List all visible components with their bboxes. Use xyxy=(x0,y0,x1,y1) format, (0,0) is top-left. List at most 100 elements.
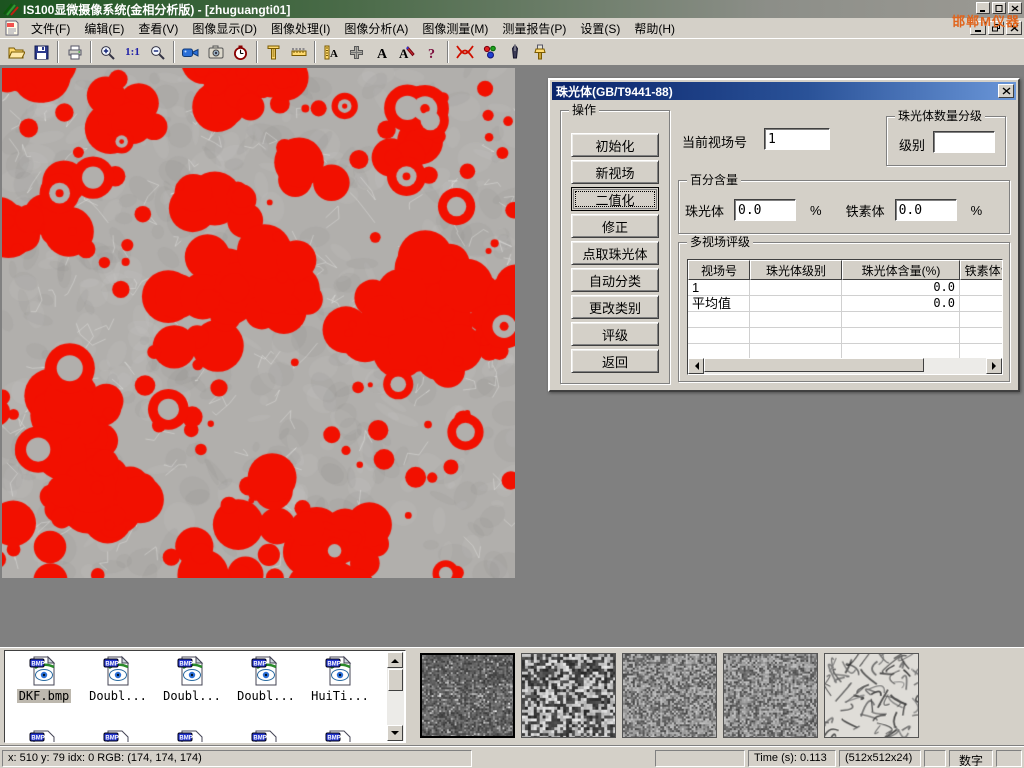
scrollbar-thumb[interactable] xyxy=(704,358,924,372)
file-item[interactable]: BMP Doubl... xyxy=(155,655,229,703)
scroll-down-button[interactable] xyxy=(387,725,403,741)
scroll-left-button[interactable] xyxy=(688,358,704,374)
status-blank xyxy=(924,750,946,767)
menu-image-process[interactable]: 图像处理(I) xyxy=(264,18,337,39)
file-item[interactable]: BMP Doubl... xyxy=(229,655,303,703)
file-item-partial[interactable]: BMP xyxy=(155,729,229,743)
current-field-input[interactable] xyxy=(764,128,830,150)
menu-edit[interactable]: 编辑(E) xyxy=(77,18,131,39)
col-pearlite-grade: 珠光体级别 xyxy=(750,260,842,280)
grade-level-input[interactable] xyxy=(933,131,995,153)
operation-group: 操作 初始化 新视场 二值化 修正 点取珠光体 自动分类 更改类别 评级 返回 xyxy=(560,110,670,384)
bmp-file-icon: BMP xyxy=(324,655,356,687)
table-horizontal-scrollbar[interactable] xyxy=(688,358,1002,374)
zoom-in-button[interactable] xyxy=(95,40,120,64)
file-item-partial[interactable]: BMP xyxy=(229,729,303,743)
svg-text:BMP: BMP xyxy=(31,661,44,667)
svg-text:BMP: BMP xyxy=(31,735,44,741)
dialog-close-button[interactable] xyxy=(998,84,1014,98)
auto-classify-button[interactable]: 自动分类 xyxy=(571,268,659,292)
new-field-button[interactable]: 新视场 xyxy=(571,160,659,184)
dialog-title-bar[interactable]: 珠光体(GB/T9441-88) xyxy=(552,82,1016,100)
return-button[interactable]: 返回 xyxy=(571,349,659,373)
save-button[interactable] xyxy=(29,40,54,64)
operation-group-label: 操作 xyxy=(569,103,599,117)
text-edit-button[interactable]: A xyxy=(394,40,419,64)
thumbnail-3[interactable] xyxy=(622,653,717,738)
pen-tool-button[interactable] xyxy=(502,40,527,64)
thumbnail-5[interactable] xyxy=(824,653,919,738)
app-window: IS100显微摄像系统(金相分析版) - [zhuguangti01] 邯郸M仪… xyxy=(0,0,1024,768)
svg-text:A: A xyxy=(330,48,338,60)
svg-text:BMP: BMP xyxy=(105,661,118,667)
toolbar-separator xyxy=(314,41,316,63)
menu-help[interactable]: 帮助(H) xyxy=(627,18,682,39)
scroll-up-button[interactable] xyxy=(387,652,403,668)
file-item[interactable]: BMP HuiTi... xyxy=(303,655,377,703)
percent-group-label: 百分含量 xyxy=(687,173,741,187)
file-item-partial[interactable]: BMP xyxy=(81,729,155,743)
curve-tool-button[interactable] xyxy=(452,40,477,64)
file-item[interactable]: BMP DKF.bmp xyxy=(7,655,81,703)
classify-balls-button[interactable] xyxy=(477,40,502,64)
svg-text:BMP: BMP xyxy=(327,661,340,667)
svg-text:BMP: BMP xyxy=(327,735,340,741)
scrollbar-thumb[interactable] xyxy=(388,669,403,691)
menu-image-measure[interactable]: 图像测量(M) xyxy=(415,18,495,39)
actual-size-button[interactable]: 1:1 xyxy=(120,40,145,64)
help-button[interactable]: ? xyxy=(419,40,444,64)
file-name: DKF.bmp xyxy=(17,689,72,703)
video-camera-button[interactable] xyxy=(178,40,203,64)
arrow-down-icon xyxy=(391,731,399,739)
text-annotate-button[interactable]: A xyxy=(369,40,394,64)
open-button[interactable] xyxy=(4,40,29,64)
menu-image-display[interactable]: 图像显示(D) xyxy=(185,18,264,39)
scroll-right-button[interactable] xyxy=(986,358,1002,374)
multi-field-group: 多视场评级 视场号 珠光体级别 珠光体含量(%) 铁素体含量(%) 1 0.0 … xyxy=(678,242,1010,382)
pearlite-label: 珠光体 xyxy=(685,201,724,220)
thumbnail-4[interactable] xyxy=(723,653,818,738)
menu-report[interactable]: 测量报告(P) xyxy=(495,18,573,39)
cell: 平均值 xyxy=(688,296,750,312)
pick-pearlite-button[interactable]: 点取珠光体 xyxy=(571,241,659,265)
file-item[interactable]: BMP Doubl... xyxy=(81,655,155,703)
capture-camera-button[interactable] xyxy=(203,40,228,64)
grade-button[interactable]: 评级 xyxy=(571,322,659,346)
caliper-button[interactable] xyxy=(261,40,286,64)
svg-text:A: A xyxy=(377,47,388,60)
ruler-button[interactable] xyxy=(286,40,311,64)
menu-file[interactable]: 文件(F) xyxy=(24,18,77,39)
grade-level-label: 级别 xyxy=(899,135,925,154)
toolbar-separator xyxy=(256,41,258,63)
file-name: Doubl... xyxy=(87,689,149,703)
metallograph-image[interactable] xyxy=(2,68,515,578)
current-field-label: 当前视场号 xyxy=(682,132,747,151)
percent-group: 百分含量 珠光体 % 铁素体 % xyxy=(678,180,1010,234)
brush-tool-button[interactable] xyxy=(527,40,552,64)
file-name: HuiTi... xyxy=(309,689,371,703)
ferrite-percent-input[interactable] xyxy=(895,199,957,221)
zoom-out-button[interactable] xyxy=(145,40,170,64)
change-class-button[interactable]: 更改类别 xyxy=(571,295,659,319)
document-icon[interactable] xyxy=(4,20,20,36)
table-row[interactable]: 平均值 0.0 xyxy=(688,296,1003,312)
init-button[interactable]: 初始化 xyxy=(571,133,659,157)
timer-clock-button[interactable] xyxy=(228,40,253,64)
pearlite-percent-input[interactable] xyxy=(734,199,796,221)
measure-text-button[interactable]: A xyxy=(319,40,344,64)
file-vertical-scrollbar[interactable] xyxy=(387,652,404,741)
thumbnail-2[interactable] xyxy=(521,653,616,738)
thumbnail-1[interactable] xyxy=(420,653,515,738)
svg-text:BMP: BMP xyxy=(253,661,266,667)
menu-image-analysis[interactable]: 图像分析(A) xyxy=(337,18,415,39)
menu-view[interactable]: 查看(V) xyxy=(131,18,185,39)
print-button[interactable] xyxy=(62,40,87,64)
correct-button[interactable]: 修正 xyxy=(571,214,659,238)
menu-settings[interactable]: 设置(S) xyxy=(573,18,627,39)
table-row[interactable]: 1 0.0 xyxy=(688,280,1003,296)
file-item-partial[interactable]: BMP xyxy=(7,729,81,743)
status-blank xyxy=(996,750,1022,767)
grid-tool-button[interactable] xyxy=(344,40,369,64)
binarize-button[interactable]: 二值化 xyxy=(571,187,659,211)
file-item-partial[interactable]: BMP xyxy=(303,729,377,743)
